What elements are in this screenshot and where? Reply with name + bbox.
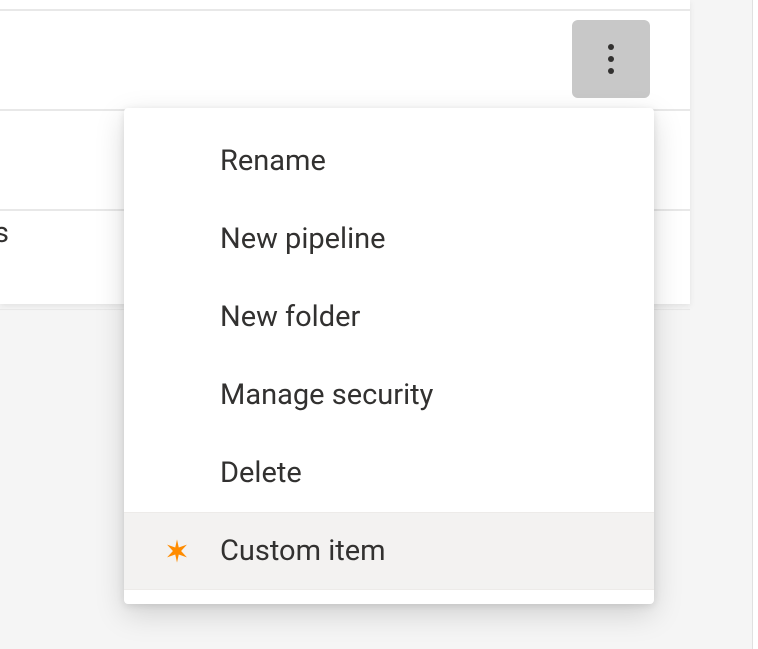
more-options-button[interactable]: [572, 20, 650, 98]
vertical-dots-icon: [608, 44, 614, 74]
menu-item-custom[interactable]: Custom item: [124, 512, 654, 590]
menu-item-new-pipeline[interactable]: New pipeline: [124, 200, 654, 278]
menu-item-label: Delete: [220, 456, 302, 490]
menu-item-label: Custom item: [220, 534, 386, 568]
menu-item-label: Manage security: [220, 378, 433, 412]
menu-item-manage-security[interactable]: Manage security: [124, 356, 654, 434]
menu-item-new-folder[interactable]: New folder: [124, 278, 654, 356]
panel-row: [0, 0, 690, 10]
menu-item-label: New pipeline: [220, 222, 386, 256]
truncated-text: s: [0, 216, 9, 250]
menu-item-delete[interactable]: Delete: [124, 434, 654, 512]
context-menu: Rename New pipeline New folder Manage se…: [124, 108, 654, 604]
menu-item-label: New folder: [220, 300, 360, 334]
menu-item-rename[interactable]: Rename: [124, 122, 654, 200]
right-panel-edge: [752, 0, 758, 649]
menu-item-label: Rename: [220, 144, 326, 178]
asterisk-icon: [162, 536, 192, 566]
